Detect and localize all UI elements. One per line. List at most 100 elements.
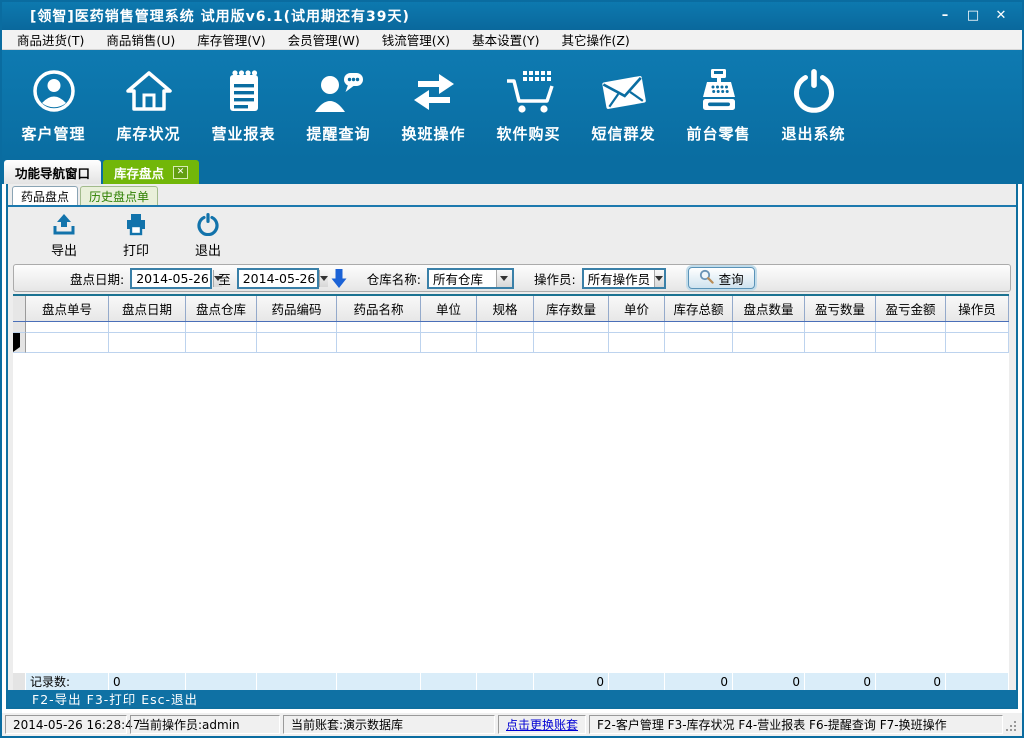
date-range-label: 盘点日期: xyxy=(70,269,124,288)
diff-qty-total: 0 xyxy=(805,673,876,690)
column-header[interactable]: 单价 xyxy=(609,296,665,321)
grid-empty-area xyxy=(13,353,1009,672)
toolbar-exit-system[interactable]: 退出系统 xyxy=(766,50,861,158)
sub-tab-strip: 药品盘点 历史盘点单 xyxy=(8,184,1016,205)
power-icon xyxy=(791,64,837,114)
column-header[interactable]: 药品名称 xyxy=(337,296,421,321)
export-icon xyxy=(52,212,76,239)
empty-grid-row xyxy=(13,322,1009,333)
menu-bar: 商品进货(T) 商品销售(U) 库存管理(V) 会员管理(W) 钱流管理(X) … xyxy=(2,30,1022,50)
to-label: 至 xyxy=(218,269,231,288)
column-header[interactable]: 盘点数量 xyxy=(733,296,805,321)
column-header[interactable]: 盘点仓库 xyxy=(186,296,257,321)
menu-item-inventory[interactable]: 库存管理(V) xyxy=(186,30,276,49)
column-header[interactable]: 盈亏数量 xyxy=(805,296,876,321)
column-header[interactable]: 操作员 xyxy=(946,296,1009,321)
close-button[interactable]: ✕ xyxy=(990,7,1012,25)
person-chat-icon xyxy=(313,64,365,114)
switch-account-link[interactable]: 点击更换账套 xyxy=(506,716,578,733)
filter-bar: 盘点日期: 2014-05-26 至 2014-05-26 仓库名称: 所有仓库 xyxy=(13,264,1011,292)
printer-icon xyxy=(124,212,148,239)
stock-qty-total: 0 xyxy=(534,673,609,690)
menu-item-sales[interactable]: 商品销售(U) xyxy=(95,30,186,49)
window-title: [领智]医药销售管理系统 试用版v6.1(试用期还有39天) xyxy=(30,6,410,26)
toolbar-stock-status[interactable]: 库存状况 xyxy=(101,50,196,158)
exit-button[interactable]: 退出 xyxy=(184,212,232,259)
search-button[interactable]: 查询 xyxy=(688,267,755,289)
minimize-button[interactable]: – xyxy=(934,7,956,25)
column-header[interactable]: 单位 xyxy=(421,296,477,321)
blue-down-arrow-icon[interactable] xyxy=(331,268,347,289)
stocktaking-grid: 盘点单号 盘点日期 盘点仓库 药品编码 药品名称 单位 规格 库存数量 单价 库… xyxy=(13,294,1009,690)
stock-taking-page: 药品盘点 历史盘点单 导出 打印 xyxy=(6,184,1018,709)
status-current-account: 当前账套:演示数据库 xyxy=(283,715,495,734)
window-controls: – □ ✕ xyxy=(934,7,1012,25)
document-tab-strip: 功能导航窗口 库存盘点 ✕ xyxy=(2,158,1022,184)
tab-stock-taking[interactable]: 库存盘点 ✕ xyxy=(103,160,199,184)
counted-qty-total: 0 xyxy=(733,673,805,690)
client-area: 药品盘点 历史盘点单 导出 打印 xyxy=(2,184,1022,713)
warehouse-select[interactable]: 所有仓库 xyxy=(427,268,514,289)
user-circle-icon xyxy=(31,64,77,114)
status-bar: 2014-05-26 16:28:47 当前操作员:admin 当前账套:演示数… xyxy=(2,713,1022,736)
record-count-label: 记录数: xyxy=(26,673,109,690)
print-button[interactable]: 打印 xyxy=(112,212,160,259)
column-header[interactable]: 盘点日期 xyxy=(109,296,186,321)
toolbar-sms-broadcast[interactable]: 短信群发 xyxy=(576,50,671,158)
search-icon xyxy=(699,269,714,287)
stock-amount-total: 0 xyxy=(665,673,733,690)
status-current-operator: 当前操作员:admin xyxy=(130,715,280,734)
tab-function-navigator[interactable]: 功能导航窗口 xyxy=(4,160,101,184)
app-window: [领智]医药销售管理系统 试用版v6.1(试用期还有39天) – □ ✕ 商品进… xyxy=(0,0,1024,738)
chevron-down-icon[interactable] xyxy=(496,270,512,287)
shortcut-hint-bar: F2-导出 F3-打印 Esc-退出 xyxy=(8,690,1016,707)
menu-item-members[interactable]: 会员管理(W) xyxy=(277,30,371,49)
toolbar-shift-change[interactable]: 换班操作 xyxy=(386,50,481,158)
toolbar-business-report[interactable]: 营业报表 xyxy=(196,50,291,158)
operator-label: 操作员: xyxy=(534,269,576,288)
main-toolbar: 客户管理 库存状况 营业报表 提醒查询 换班操作 xyxy=(2,50,1022,158)
home-icon xyxy=(125,64,173,114)
subtab-history-stocktaking[interactable]: 历史盘点单 xyxy=(80,186,158,205)
date-from-select[interactable]: 2014-05-26 xyxy=(130,268,212,289)
status-fkey-hints: F2-客户管理 F3-库存状况 F4-营业报表 F6-提醒查询 F7-换班操作 xyxy=(589,715,1003,734)
record-count-value: 0 xyxy=(109,673,186,690)
switch-account-panel: 点击更换账套 xyxy=(498,715,586,734)
subtab-drug-stocktaking[interactable]: 药品盘点 xyxy=(12,186,78,205)
menu-item-purchase[interactable]: 商品进货(T) xyxy=(6,30,95,49)
column-header[interactable]: 盘点单号 xyxy=(26,296,109,321)
power-icon xyxy=(196,212,220,239)
current-grid-row[interactable] xyxy=(13,333,1009,353)
grid-header-row: 盘点单号 盘点日期 盘点仓库 药品编码 药品名称 单位 规格 库存数量 单价 库… xyxy=(13,294,1009,322)
resize-grip[interactable] xyxy=(1006,718,1019,731)
date-to-select[interactable]: 2014-05-26 xyxy=(237,268,319,289)
toolbar-reminder-query[interactable]: 提醒查询 xyxy=(291,50,386,158)
column-header[interactable]: 药品编码 xyxy=(257,296,337,321)
column-header[interactable]: 库存数量 xyxy=(534,296,609,321)
row-selector-header xyxy=(13,296,26,321)
toolbar-software-purchase[interactable]: 软件购买 xyxy=(481,50,576,158)
action-bar: 导出 打印 退出 xyxy=(8,207,1016,263)
menu-item-other[interactable]: 其它操作(Z) xyxy=(550,30,640,49)
maximize-button[interactable]: □ xyxy=(962,7,984,25)
shopping-cart-icon xyxy=(504,64,554,114)
title-bar: [领智]医药销售管理系统 试用版v6.1(试用期还有39天) – □ ✕ xyxy=(2,2,1022,30)
chevron-down-icon[interactable] xyxy=(319,270,328,287)
grid-summary-row: 记录数: 0 0 0 0 0 0 xyxy=(13,672,1009,690)
column-header[interactable]: 库存总额 xyxy=(665,296,733,321)
menu-item-cashflow[interactable]: 钱流管理(X) xyxy=(371,30,461,49)
chevron-down-icon[interactable] xyxy=(654,270,663,287)
status-datetime: 2014-05-26 16:28:47 xyxy=(5,715,127,734)
cash-register-icon xyxy=(696,64,742,114)
toolbar-customer-management[interactable]: 客户管理 xyxy=(6,50,101,158)
menu-item-settings[interactable]: 基本设置(Y) xyxy=(461,30,550,49)
export-button[interactable]: 导出 xyxy=(40,212,88,259)
tab-close-icon[interactable]: ✕ xyxy=(173,166,188,179)
notepad-icon xyxy=(222,64,266,114)
envelope-icon xyxy=(599,64,649,114)
column-header[interactable]: 规格 xyxy=(477,296,534,321)
operator-select[interactable]: 所有操作员 xyxy=(582,268,666,289)
warehouse-label: 仓库名称: xyxy=(367,269,421,288)
column-header[interactable]: 盈亏金额 xyxy=(876,296,946,321)
toolbar-pos-retail[interactable]: 前台零售 xyxy=(671,50,766,158)
